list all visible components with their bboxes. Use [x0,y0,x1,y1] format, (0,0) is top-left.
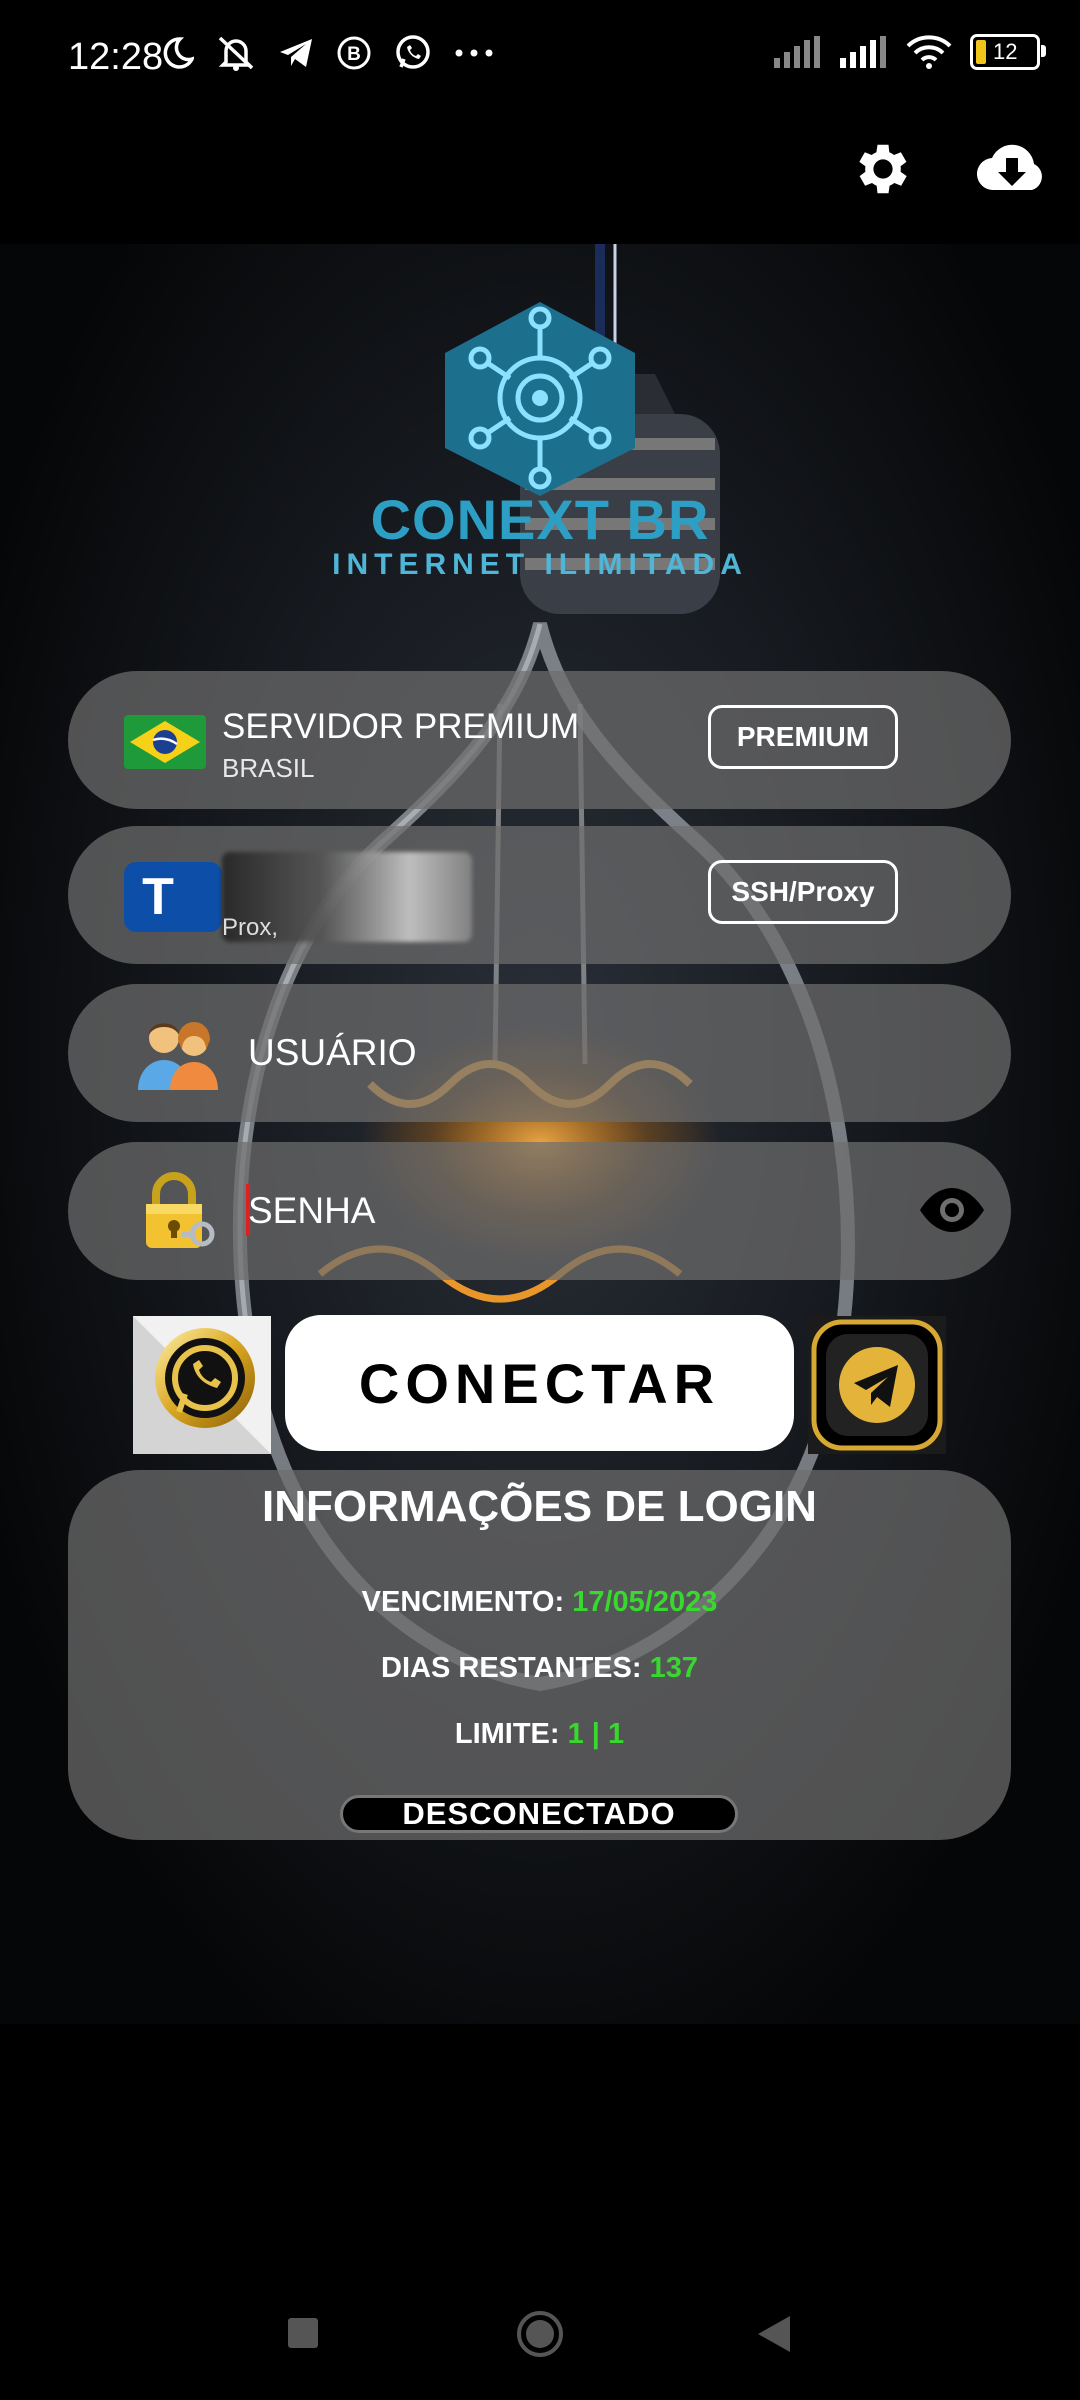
muted-bell-icon [218,36,254,71]
login-info-title: INFORMAÇÕES DE LOGIN [262,1482,817,1531]
days-remaining-value: 137 [649,1652,698,1684]
expiry-label: VENCIMENTO: [361,1586,573,1618]
signal-icon [774,36,820,68]
moon-icon [163,37,194,69]
server-selector[interactable]: SERVIDOR PREMIUM BRASIL PREMIUM [68,671,1011,809]
telegram-icon [280,39,312,67]
status-bar: 12:28 B 12 [0,0,1080,118]
username-input[interactable] [248,1032,848,1074]
user-field-container [68,984,1011,1122]
brand-logo-icon [445,302,635,496]
recent-apps-icon[interactable] [286,2316,320,2350]
battery-level: 12 [993,39,1018,64]
wifi-icon [906,35,952,69]
days-remaining-label: DIAS RESTANTES: [381,1652,650,1684]
whatsapp-button[interactable] [133,1316,271,1454]
b-icon: B [337,36,371,70]
clock: 12:28 [68,36,164,78]
expiry-row: VENCIMENTO: 17/05/2023 [68,1586,1011,1619]
mode-subtitle: Prox, [222,914,279,941]
back-icon[interactable] [756,2314,792,2354]
brand-name: CONEXT BR [370,488,710,551]
days-remaining-row: DIAS RESTANTES: 137 [68,1652,1011,1685]
server-tier-badge: PREMIUM [708,705,898,769]
notification-icons: B [160,34,494,72]
server-name: SERVIDOR PREMIUM [222,707,580,746]
connection-status-badge: DESCONECTADO [340,1795,738,1833]
brazil-flag-icon [124,715,206,769]
signal-icon [840,36,886,68]
home-icon[interactable] [516,2310,564,2358]
brand-tagline: INTERNET ILIMITADA [332,548,748,581]
eye-icon[interactable] [918,1184,986,1236]
more-icon [455,49,493,57]
mode-type-badge: SSH/Proxy [708,860,898,924]
mode-selector[interactable]: T Prox, SSH/Proxy [68,826,1011,964]
system-navigation-bar [0,2270,1080,2400]
login-info-panel: INFORMAÇÕES DE LOGIN VENCIMENTO: 17/05/2… [68,1470,1011,1840]
expiry-value: 17/05/2023 [572,1586,718,1618]
password-input[interactable] [248,1190,848,1232]
connect-button[interactable]: CONECTAR [285,1315,794,1451]
cloud-download-icon[interactable] [976,140,1048,200]
battery-icon: 12 [970,34,1046,70]
top-action-bar [0,118,1080,244]
users-icon [138,1022,218,1090]
telegram-icon [811,1319,943,1451]
limit-label: LIMITE: [454,1718,568,1750]
server-country: BRASIL [222,753,315,783]
limit-value: 1 | 1 [567,1718,625,1750]
telegram-button[interactable] [808,1316,946,1454]
limit-row: LIMITE: 1 | 1 [68,1718,1011,1751]
system-icons: 12 [774,34,1046,70]
mode-icon: T [124,862,222,932]
lock-key-icon [146,1172,215,1248]
whatsapp-icon [396,35,430,69]
password-field-container [68,1142,1011,1280]
whatsapp-icon [133,1316,271,1454]
svg-text:B: B [347,44,361,65]
gear-icon[interactable] [850,136,916,202]
